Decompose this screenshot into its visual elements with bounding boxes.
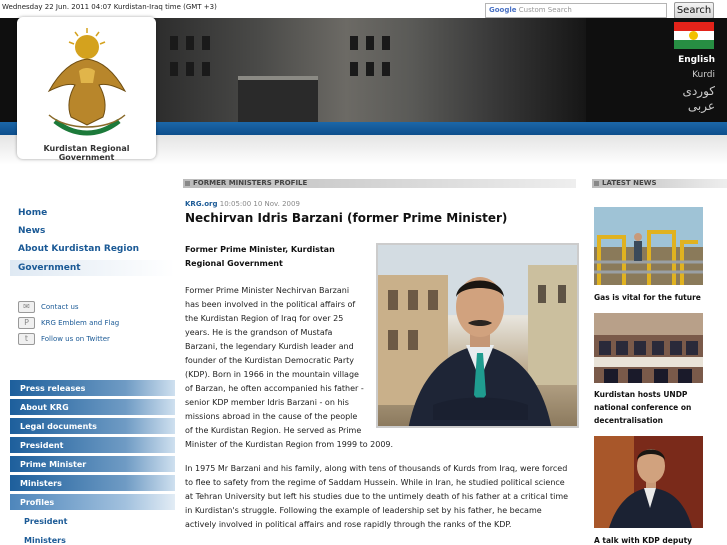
latest-news-title: LATEST NEWS — [594, 179, 657, 187]
paragraph-line: of Barzan, he often accompanied his fath… — [185, 384, 364, 393]
paragraph-line: in Kurdistan's struggle. Following the e… — [185, 506, 542, 515]
headline-line: Gas is vital for the future — [594, 293, 701, 302]
subnav-president[interactable]: President — [10, 437, 175, 454]
contact-us-link[interactable]: ✉ Contact us — [18, 301, 79, 313]
paragraph-line: years. He is the grandson of Mustafa — [185, 328, 333, 337]
search-placeholder: Custom Search — [518, 6, 572, 14]
paragraph-line: In 1975 Mr Barzani and his family, along… — [185, 464, 568, 473]
news-image-gas[interactable] — [594, 207, 703, 285]
subnav-profiles[interactable]: Profiles — [10, 494, 175, 511]
envelope-icon: ✉ — [18, 301, 35, 313]
subnav-profiles-ministers[interactable]: Ministers — [10, 532, 175, 545]
lang-kurdish-arabic-script[interactable]: کوردی — [683, 84, 715, 98]
section-title-text: FORMER MINISTERS PROFILE — [193, 179, 308, 187]
news-headline-kdp-deputy[interactable]: A talk with KDP deputy — [594, 534, 704, 545]
nav-news[interactable]: News — [18, 226, 45, 236]
krg-logo[interactable]: Kurdistan Regional Government — [17, 17, 156, 162]
article-title: Nechirvan Idris Barzani (former Prime Mi… — [185, 211, 508, 225]
paragraph-line: Former Prime Minister Nechirvan Barzani — [185, 286, 350, 295]
paragraph-line: missions abroad in the cause of the peop… — [185, 412, 358, 421]
paragraph-line: (KDP). Born in 1966 in the mountain vill… — [185, 370, 359, 379]
emblem-flag-link[interactable]: P KRG Emblem and Flag — [18, 317, 119, 329]
nav-home[interactable]: Home — [18, 208, 47, 218]
search-button[interactable]: Search — [674, 2, 714, 19]
date-time: Wednesday 22 Jun. 2011 04:07 Kurdistan-I… — [2, 3, 217, 11]
square-bullet-icon — [594, 180, 599, 186]
logo-caption: Kurdistan Regional Government — [43, 144, 130, 162]
nav-about-kurdistan-region[interactable]: About Kurdistan Region — [18, 244, 139, 254]
paragraph-line: at Tehran University but left his studie… — [185, 492, 569, 501]
twitter-link[interactable]: t Follow us on Twitter — [18, 333, 110, 345]
contact-us-label: Contact us — [41, 303, 79, 311]
article-source[interactable]: KRG.org — [185, 200, 218, 208]
article-paragraph-2: In 1975 Mr Barzani and his family, along… — [185, 462, 568, 532]
left-sidebar: Home News About Kurdistan Region Governm… — [10, 165, 175, 545]
paragraph-line: to flee to safety from the regime of Sad… — [185, 478, 565, 487]
subnav-prime-minister[interactable]: Prime Minister — [10, 456, 175, 473]
nav-government[interactable]: Government — [10, 260, 175, 276]
twitter-icon: t — [18, 333, 35, 345]
paragraph-line: has been involved in the political affai… — [185, 300, 356, 309]
lang-arabic[interactable]: عربی — [688, 99, 715, 113]
article-paragraph-1: Former Prime Minister Nechirvan Barzani … — [185, 284, 393, 452]
news-image-undp[interactable] — [594, 313, 703, 383]
subnav-ministers[interactable]: Ministers — [10, 475, 175, 492]
article-subtitle: Former Prime Minister, Kurdistan Regiona… — [185, 245, 335, 268]
article-meta: KRG.org 10:05:00 10 Nov. 2009 — [185, 200, 300, 208]
section-title: FORMER MINISTERS PROFILE — [185, 179, 307, 187]
subnav-legal-documents[interactable]: Legal documents — [10, 418, 175, 435]
square-bullet-icon — [185, 180, 190, 186]
twitter-label: Follow us on Twitter — [41, 335, 110, 343]
news-image-kdp-deputy[interactable] — [594, 436, 703, 528]
subnav-press-releases[interactable]: Press releases — [10, 380, 175, 397]
lang-english[interactable]: English — [678, 55, 715, 65]
paragraph-line: actively involved in political affairs a… — [185, 520, 512, 529]
article-timestamp: 10:05:00 10 Nov. 2009 — [219, 200, 300, 208]
paragraph-line: Minister of the Kurdistan Region from 19… — [185, 440, 394, 449]
parliament-building-image — [150, 18, 586, 122]
headline-line: A talk with KDP deputy — [594, 536, 693, 545]
search-input[interactable]: Google Custom Search — [485, 3, 667, 18]
headline-line: national conference on — [594, 403, 692, 412]
kurdistan-flag-icon[interactable] — [674, 22, 714, 49]
portrait-photo — [376, 243, 579, 428]
paragraph-line: senior KDP member Idris Barzani - on his — [185, 398, 349, 407]
paragraph-line: of the Kurdistan Region. He served as Pr… — [185, 426, 362, 435]
krg-emblem-icon — [47, 28, 127, 136]
latest-news-title-text: LATEST NEWS — [602, 179, 657, 187]
portrait-illustration — [378, 245, 577, 426]
headline-line: Kurdistan hosts UNDP — [594, 390, 688, 399]
headline-line: decentralisation — [594, 416, 663, 425]
lang-kurdi[interactable]: Kurdi — [692, 70, 715, 80]
search-brand: Google — [489, 6, 517, 14]
news-headline-undp[interactable]: Kurdistan hosts UNDP national conference… — [594, 388, 704, 427]
paragraph-line: the Kurdistan Region of Iraq for over 25 — [185, 314, 344, 323]
subnav-about-krg[interactable]: About KRG — [10, 399, 175, 416]
emblem-icon: P — [18, 317, 35, 329]
paragraph-line: founder of the Kurdistan Democratic Part… — [185, 356, 354, 365]
paragraph-line: Barzani, the legendary Kurdish leader an… — [185, 342, 354, 351]
emblem-flag-label: KRG Emblem and Flag — [41, 319, 120, 327]
news-headline-gas[interactable]: Gas is vital for the future — [594, 291, 704, 304]
subnav-profiles-president[interactable]: President — [10, 513, 175, 530]
